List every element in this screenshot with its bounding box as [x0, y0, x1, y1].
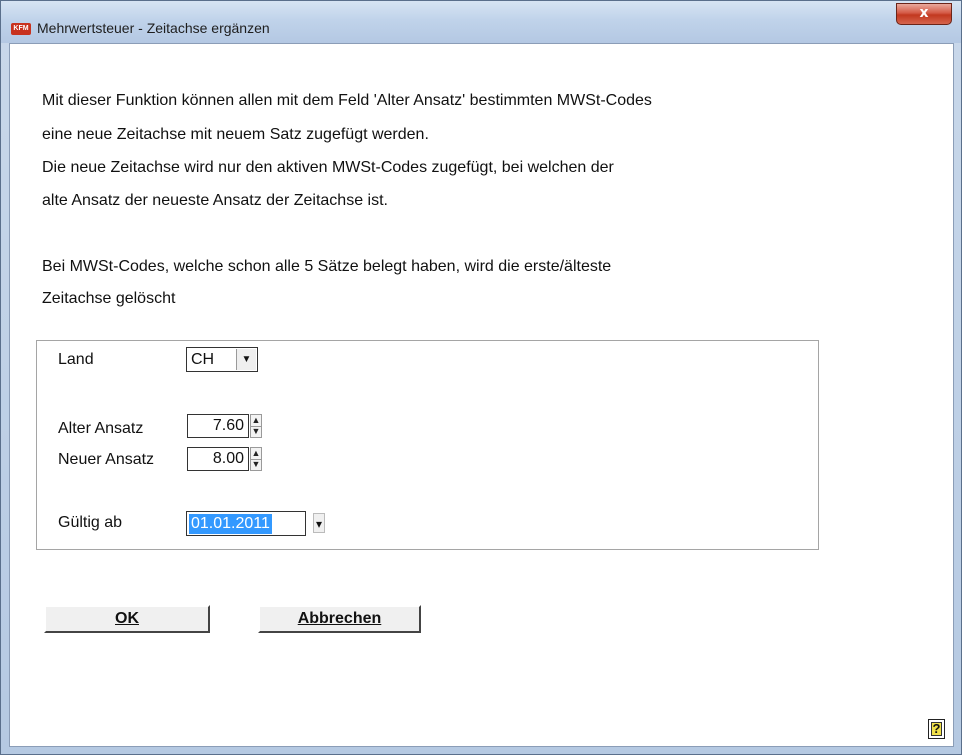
ok-button[interactable]: OK: [44, 605, 210, 633]
help-icon: ?: [931, 721, 942, 736]
land-selected-value: CH: [191, 351, 215, 368]
land-label: Land: [58, 351, 94, 368]
neuer-ansatz-label: Neuer Ansatz: [58, 451, 155, 468]
alter-ansatz-label: Alter Ansatz: [58, 420, 144, 437]
cancel-button[interactable]: Abbrechen: [258, 605, 421, 633]
chevron-down-icon[interactable]: ▼: [236, 349, 256, 370]
description-line-4: alte Ansatz der neueste Ansatz der Zeita…: [42, 192, 388, 209]
spin-down-icon[interactable]: ▼: [251, 426, 261, 437]
window-title: Mehrwertsteuer - Zeitachse ergänzen: [37, 20, 270, 36]
gueltig-ab-label: Gültig ab: [58, 514, 123, 531]
app-logo-icon: KFM: [11, 23, 31, 35]
calendar-dropdown-icon[interactable]: ▾: [313, 513, 325, 533]
gueltig-ab-value: 01.01.2011: [189, 514, 272, 534]
gueltig-ab-date-input[interactable]: 01.01.2011: [186, 511, 306, 536]
neuer-ansatz-spinner[interactable]: ▲ ▼: [250, 447, 262, 471]
description-line-2: eine neue Zeitachse mit neuem Satz zugef…: [42, 126, 429, 143]
neuer-ansatz-input[interactable]: 8.00: [187, 447, 249, 471]
description-line-6: Zeitachse gelöscht: [42, 290, 176, 307]
title-bar[interactable]: KFM Mehrwertsteuer - Zeitachse ergänzen …: [1, 1, 961, 43]
alter-ansatz-input[interactable]: 7.60: [187, 414, 249, 438]
description-line-3: Die neue Zeitachse wird nur den aktiven …: [42, 159, 614, 176]
help-button[interactable]: ?: [928, 719, 945, 739]
spin-down-icon[interactable]: ▼: [251, 459, 261, 470]
description-line-5: Bei MWSt-Codes, welche schon alle 5 Sätz…: [42, 258, 612, 275]
close-button[interactable]: x: [896, 3, 952, 25]
description-line-1: Mit dieser Funktion können allen mit dem…: [42, 92, 652, 109]
alter-ansatz-spinner[interactable]: ▲ ▼: [250, 414, 262, 438]
land-select[interactable]: CH ▼: [186, 347, 258, 372]
close-icon: x: [919, 5, 929, 21]
settings-group-box: [36, 340, 819, 550]
